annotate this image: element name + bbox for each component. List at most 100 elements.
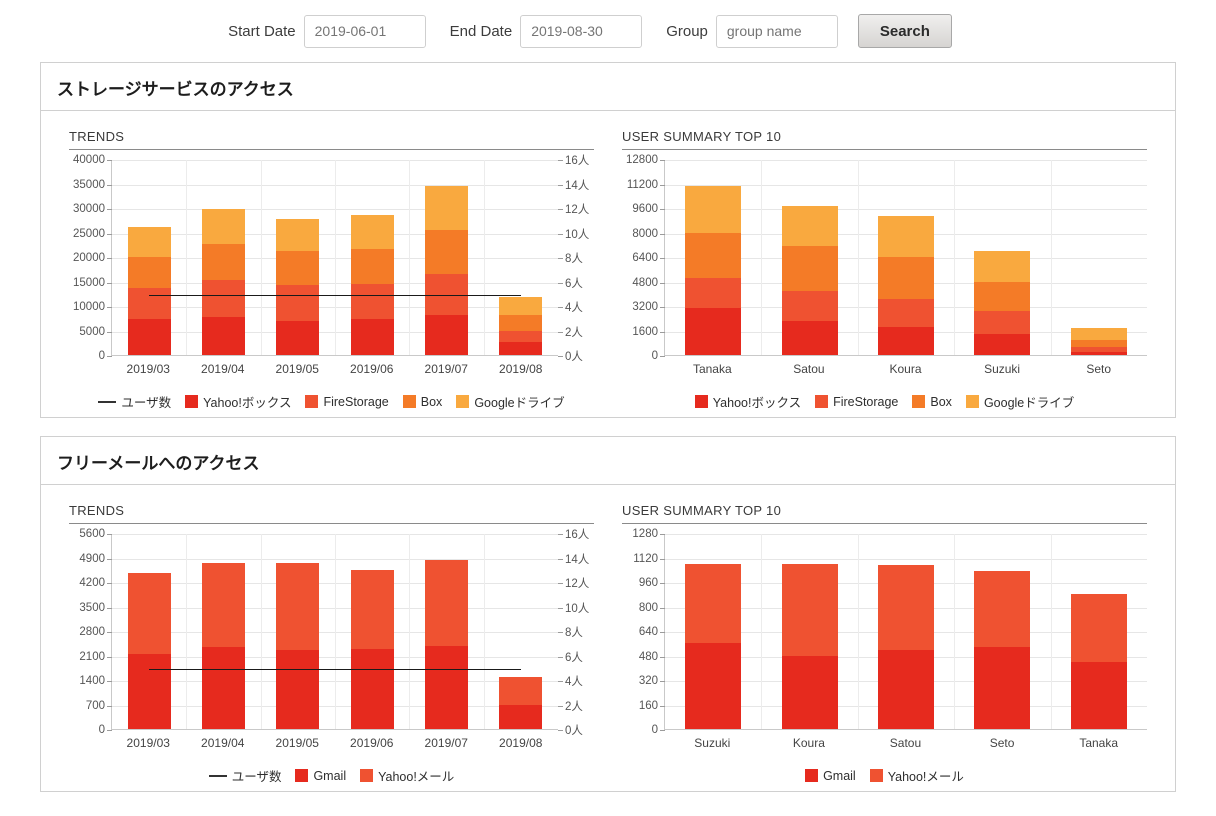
stacked-bar[interactable] xyxy=(685,563,742,729)
bar-segment[interactable] xyxy=(201,316,246,355)
legend-item[interactable]: Yahoo!メール xyxy=(360,766,454,785)
legend-item[interactable]: ユーザ数 xyxy=(98,392,171,411)
bar-segment[interactable] xyxy=(499,314,543,331)
bar-segment[interactable] xyxy=(878,565,934,651)
bar-segment[interactable] xyxy=(499,342,543,355)
bar-segment[interactable] xyxy=(1070,339,1127,348)
stacked-bar[interactable] xyxy=(127,226,171,355)
bar-segment[interactable] xyxy=(127,257,171,288)
stacked-bar[interactable] xyxy=(276,218,320,355)
bar-segment[interactable] xyxy=(781,205,838,246)
bar-segment[interactable] xyxy=(499,704,543,729)
stacked-bar[interactable] xyxy=(424,185,469,355)
bar-segment[interactable] xyxy=(201,243,246,281)
bar-segment[interactable] xyxy=(685,308,742,355)
stacked-bar[interactable] xyxy=(499,297,543,355)
bar-segment[interactable] xyxy=(499,331,543,343)
legend-item[interactable]: Yahoo!ボックス xyxy=(185,392,291,411)
bar-segment[interactable] xyxy=(781,245,838,291)
search-button[interactable]: Search xyxy=(857,14,952,48)
bar-segment[interactable] xyxy=(781,563,838,657)
stacked-bar[interactable] xyxy=(127,573,171,729)
stacked-bar[interactable] xyxy=(1070,328,1127,355)
bar-segment[interactable] xyxy=(424,185,469,231)
stacked-bar[interactable] xyxy=(424,559,469,729)
bar-segment[interactable] xyxy=(1070,594,1127,663)
bar-segment[interactable] xyxy=(781,290,838,321)
legend-item[interactable]: FireStorage xyxy=(815,395,898,409)
stacked-bar[interactable] xyxy=(350,570,394,729)
bar-segment[interactable] xyxy=(424,559,469,647)
stacked-bar[interactable] xyxy=(781,563,838,729)
legend-item[interactable]: Yahoo!メール xyxy=(869,766,964,785)
bar-segment[interactable] xyxy=(201,647,246,729)
stacked-bar[interactable] xyxy=(276,563,320,729)
legend-item[interactable]: Yahoo!ボックス xyxy=(694,392,801,411)
bar-segment[interactable] xyxy=(350,284,394,319)
bar-segment[interactable] xyxy=(878,326,934,355)
stacked-bar[interactable] xyxy=(350,214,394,355)
bar-segment[interactable] xyxy=(1070,328,1127,340)
legend-item[interactable]: Gmail xyxy=(805,769,856,783)
bar-segment[interactable] xyxy=(974,282,1031,311)
bar-segment[interactable] xyxy=(201,209,246,244)
stacked-bar[interactable] xyxy=(685,185,742,355)
bar-segment[interactable] xyxy=(974,310,1031,334)
legend-item[interactable]: Gmail xyxy=(295,769,346,783)
stacked-bar[interactable] xyxy=(974,571,1031,729)
bar-segment[interactable] xyxy=(424,646,469,729)
legend-item[interactable]: FireStorage xyxy=(305,395,389,409)
stacked-bar[interactable] xyxy=(974,250,1031,355)
bar-segment[interactable] xyxy=(350,570,394,649)
bar-segment[interactable] xyxy=(1070,351,1127,355)
bar-segment[interactable] xyxy=(974,333,1031,355)
bar-segment[interactable] xyxy=(685,643,742,729)
bar-segment[interactable] xyxy=(424,315,469,355)
bar-segment[interactable] xyxy=(878,650,934,729)
bar-segment[interactable] xyxy=(127,226,171,258)
bar-segment[interactable] xyxy=(276,320,320,355)
stacked-bar[interactable] xyxy=(1070,594,1127,729)
bar-segment[interactable] xyxy=(127,654,171,729)
stacked-bar[interactable] xyxy=(878,215,934,355)
stacked-bar[interactable] xyxy=(201,209,246,355)
stacked-bar[interactable] xyxy=(878,565,934,729)
bar-segment[interactable] xyxy=(974,647,1031,729)
stacked-bar[interactable] xyxy=(781,205,838,355)
bar-segment[interactable] xyxy=(685,232,742,278)
bar-segment[interactable] xyxy=(201,280,246,317)
stacked-bar[interactable] xyxy=(201,562,246,729)
bar-segment[interactable] xyxy=(276,250,320,285)
end-date-input[interactable] xyxy=(520,14,643,48)
bar-segment[interactable] xyxy=(878,299,934,327)
bar-segment[interactable] xyxy=(974,250,1031,283)
legend-item[interactable]: Box xyxy=(912,395,952,409)
bar-segment[interactable] xyxy=(276,284,320,321)
legend-item[interactable]: Googleドライブ xyxy=(456,392,565,411)
stacked-bar[interactable] xyxy=(499,676,543,729)
legend-item[interactable]: Googleドライブ xyxy=(965,392,1074,411)
bar-segment[interactable] xyxy=(685,185,742,233)
bar-segment[interactable] xyxy=(499,297,543,315)
bar-segment[interactable] xyxy=(685,277,742,309)
group-input[interactable] xyxy=(715,14,838,48)
bar-segment[interactable] xyxy=(127,287,171,319)
bar-segment[interactable] xyxy=(1070,662,1127,729)
bar-segment[interactable] xyxy=(127,318,171,355)
bar-segment[interactable] xyxy=(781,320,838,355)
bar-segment[interactable] xyxy=(350,248,394,285)
bar-segment[interactable] xyxy=(685,563,742,644)
bar-segment[interactable] xyxy=(276,218,320,251)
bar-segment[interactable] xyxy=(127,573,171,655)
bar-segment[interactable] xyxy=(276,650,320,729)
start-date-input[interactable] xyxy=(303,14,426,48)
bar-segment[interactable] xyxy=(276,563,320,651)
bar-segment[interactable] xyxy=(424,230,469,275)
legend-item[interactable]: Box xyxy=(402,395,442,409)
bar-segment[interactable] xyxy=(974,571,1031,648)
legend-item[interactable]: ユーザ数 xyxy=(208,766,281,785)
bar-segment[interactable] xyxy=(350,214,394,249)
bar-segment[interactable] xyxy=(781,656,838,729)
bar-segment[interactable] xyxy=(499,676,543,705)
bar-segment[interactable] xyxy=(878,215,934,257)
